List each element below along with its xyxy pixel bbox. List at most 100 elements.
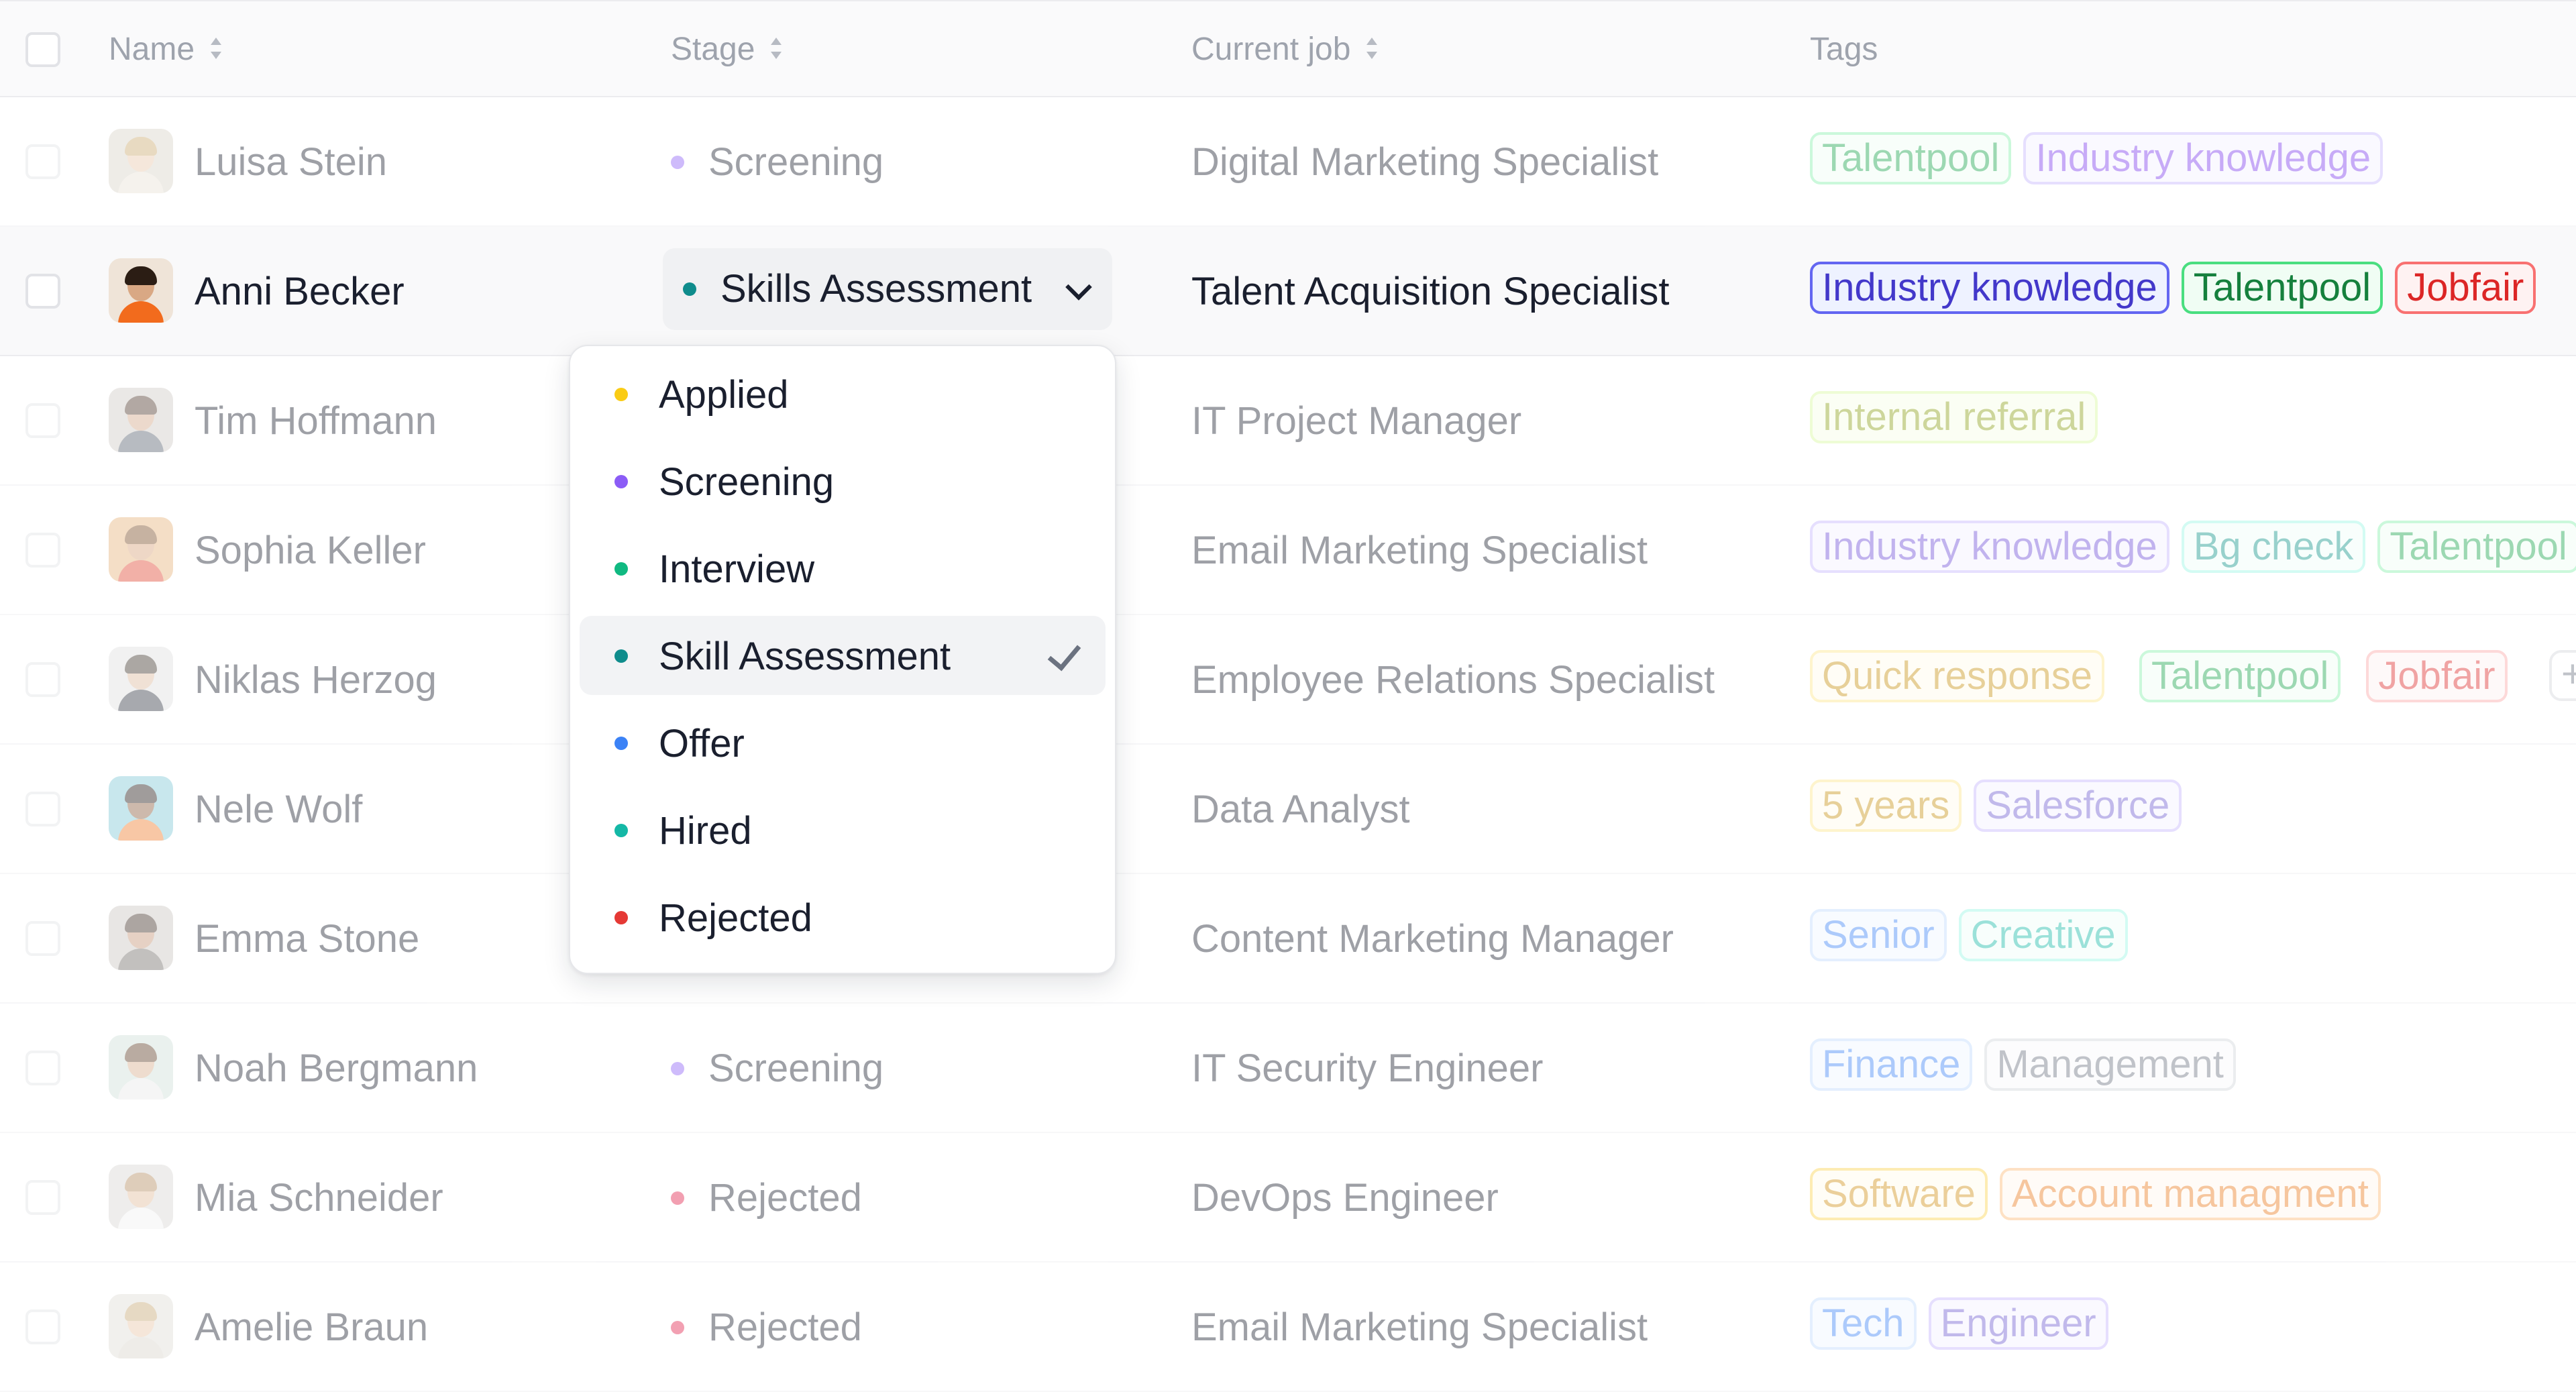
row-checkbox[interactable]: [25, 921, 60, 956]
candidate-name[interactable]: Mia Schneider: [195, 1176, 443, 1220]
stage-option-screening[interactable]: Screening: [580, 441, 1106, 521]
sort-icon[interactable]: [1365, 36, 1379, 60]
column-header-stage-label: Stage: [671, 32, 755, 67]
stage-label: Rejected: [708, 1305, 862, 1349]
current-job: Content Marketing Manager: [1191, 917, 1674, 961]
tag: 5 years: [1810, 780, 1962, 832]
current-job: Email Marketing Specialist: [1191, 1305, 1648, 1349]
tag: Bg check: [2181, 521, 2366, 573]
tag: Account managment: [1999, 1168, 2381, 1220]
stage-dot: [671, 1320, 684, 1334]
candidate-name[interactable]: Luisa Stein: [195, 140, 387, 184]
checkmark-icon: [1047, 636, 1081, 672]
candidate-name[interactable]: Amelie Braun: [195, 1305, 428, 1350]
tag: Industry knowledge: [2023, 132, 2383, 184]
stage-option-interview[interactable]: Interview: [580, 529, 1106, 608]
avatar: [109, 258, 173, 323]
tag: Senior: [1810, 909, 1947, 961]
candidate-name[interactable]: Noah Bergmann: [195, 1047, 478, 1091]
stage-dot: [614, 737, 628, 750]
stage-option-skill-assessment[interactable]: Skill Assessment: [580, 616, 1106, 695]
table-row[interactable]: Sophia Keller Email Marketing Specialist…: [0, 486, 2576, 615]
stage-dot: [614, 388, 628, 401]
tag-list: Industry knowledge Talentpool Jobfair: [1810, 262, 2548, 322]
more-tags-button[interactable]: +: [2549, 650, 2576, 701]
select-all-checkbox[interactable]: [25, 32, 60, 67]
stage-option-label: Offer: [659, 722, 745, 765]
candidate-name[interactable]: Sophia Keller: [195, 529, 426, 573]
stage-dot: [614, 649, 628, 663]
sort-icon[interactable]: [769, 36, 783, 60]
candidate-name[interactable]: Tim Hoffmann: [195, 399, 437, 443]
tag: Industry knowledge: [1810, 262, 2169, 314]
stage-option-label: Skill Assessment: [659, 635, 951, 678]
table-row[interactable]: Anni Becker Skills Assessment Talent Acq…: [0, 227, 2576, 356]
stage-label: Screening: [708, 1047, 884, 1090]
stage-label: Rejected: [708, 1176, 862, 1220]
table-row[interactable]: Noah Bergmann Screening IT Security Engi…: [0, 1004, 2576, 1133]
current-job: Data Analyst: [1191, 788, 1410, 831]
tag-list: Industry knowledge Bg check Talentpool: [1810, 521, 2576, 581]
row-checkbox[interactable]: [25, 144, 60, 179]
table-row[interactable]: Tim Hoffmann IT Project Manager Internal…: [0, 356, 2576, 486]
row-checkbox[interactable]: [25, 274, 60, 309]
column-header-name[interactable]: Name: [109, 31, 223, 68]
stage-label: Screening: [708, 140, 884, 184]
tag: Management: [1984, 1038, 2236, 1091]
tag: Talentpool: [1810, 132, 2012, 184]
tag: Creative: [1958, 909, 2128, 961]
table-row[interactable]: Niklas Herzog Employee Relations Special…: [0, 615, 2576, 745]
stage-option-label: Hired: [659, 809, 752, 853]
current-job: IT Security Engineer: [1191, 1047, 1544, 1090]
row-checkbox[interactable]: [25, 662, 60, 697]
row-checkbox[interactable]: [25, 533, 60, 568]
table-row[interactable]: Nele Wolf Data Analyst 5 years Salesforce: [0, 745, 2576, 874]
avatar: [109, 129, 173, 193]
table-row[interactable]: Mia Schneider Rejected DevOps Engineer S…: [0, 1133, 2576, 1263]
stage-cell[interactable]: Rejected: [671, 1176, 862, 1220]
column-header-name-label: Name: [109, 32, 195, 67]
stage-option-offer[interactable]: Offer: [580, 703, 1106, 782]
stage-dot: [614, 824, 628, 837]
stage-cell[interactable]: Screening: [671, 1047, 883, 1091]
tag: Industry knowledge: [1810, 521, 2169, 573]
tag-list: Internal referral: [1810, 391, 2110, 451]
stage-option-rejected[interactable]: Rejected: [580, 877, 1106, 957]
tag-list: 5 years Salesforce: [1810, 780, 2194, 840]
row-checkbox[interactable]: [25, 1051, 60, 1085]
candidate-name[interactable]: Niklas Herzog: [195, 658, 437, 702]
table-row[interactable]: Emma Stone Content Marketing Manager Sen…: [0, 874, 2576, 1004]
stage-dropdown-trigger[interactable]: Skills Assessment: [663, 248, 1112, 330]
current-job: Employee Relations Specialist: [1191, 658, 1715, 702]
table-row[interactable]: Amelie Braun Rejected Email Marketing Sp…: [0, 1263, 2576, 1392]
row-checkbox[interactable]: [25, 792, 60, 826]
table-header: Name Stage Current job Tags: [0, 0, 2576, 97]
tag-list: Finance Management: [1810, 1038, 2248, 1099]
row-checkbox[interactable]: [25, 1309, 60, 1344]
tag: Talentpool: [2377, 521, 2576, 573]
tag: Quick response: [1810, 650, 2104, 702]
tag-list: Quick response Talentpool Jobfair: [1810, 650, 2520, 710]
column-header-tags-label: Tags: [1810, 32, 1878, 67]
stage-option-applied[interactable]: Applied: [580, 354, 1106, 433]
current-job: Talent Acquisition Specialist: [1191, 270, 1670, 313]
table-row[interactable]: Luisa Stein Screening Digital Marketing …: [0, 97, 2576, 227]
stage-cell[interactable]: Screening: [671, 140, 883, 184]
column-header-current-job[interactable]: Current job: [1191, 31, 1379, 68]
sort-icon[interactable]: [209, 36, 223, 60]
tag: Salesforce: [1974, 780, 2182, 832]
tag: Finance: [1810, 1038, 1973, 1091]
candidate-name[interactable]: Nele Wolf: [195, 788, 362, 832]
stage-cell[interactable]: Rejected: [671, 1305, 862, 1350]
column-header-stage[interactable]: Stage: [671, 31, 783, 68]
stage-dropdown-menu: Applied Screening Interview Skill Assess…: [569, 345, 1116, 974]
column-header-tags: Tags: [1810, 31, 1878, 68]
stage-option-hired[interactable]: Hired: [580, 790, 1106, 869]
row-checkbox[interactable]: [25, 1180, 60, 1215]
avatar: [109, 517, 173, 582]
tag: Tech: [1810, 1297, 1917, 1350]
row-checkbox[interactable]: [25, 403, 60, 438]
candidate-name[interactable]: Anni Becker: [195, 270, 405, 314]
candidate-name[interactable]: Emma Stone: [195, 917, 419, 961]
stage-dot: [683, 282, 696, 296]
